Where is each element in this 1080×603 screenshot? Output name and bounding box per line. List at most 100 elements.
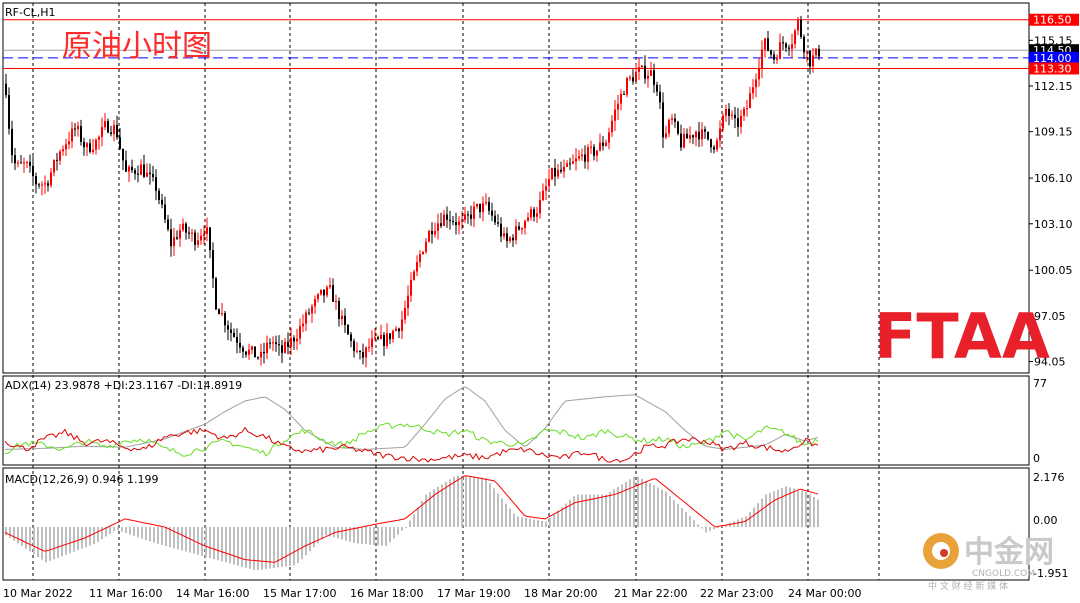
candle-body <box>389 333 391 340</box>
macd-bar <box>213 527 215 560</box>
candle-body <box>440 223 442 226</box>
candle-body <box>350 334 352 341</box>
candle-body <box>536 213 538 217</box>
candle-body <box>320 289 322 295</box>
candle-body <box>380 334 382 339</box>
candle-body <box>155 177 157 191</box>
macd-bar <box>137 527 139 538</box>
macd-bar <box>93 527 95 545</box>
candle-body <box>692 135 694 138</box>
candle-body <box>275 342 277 345</box>
candle-body <box>644 65 646 79</box>
ftaa-watermark: FTAA <box>874 300 1050 373</box>
candle-body <box>458 221 460 226</box>
candle-body <box>542 190 544 200</box>
candle-body <box>587 147 589 162</box>
candle-body <box>512 237 514 241</box>
candle-body <box>572 161 574 164</box>
symbol-label: RF-CL,H1 <box>5 6 56 19</box>
candle-body <box>656 84 658 92</box>
macd-bar <box>61 527 63 557</box>
macd-bar <box>513 513 515 528</box>
macd-bar <box>373 527 375 545</box>
candle-body <box>482 203 484 213</box>
candle-body <box>62 149 64 152</box>
macd-bar <box>525 518 527 528</box>
macd-bar <box>625 481 627 528</box>
macd-bar <box>229 527 231 564</box>
candle-body <box>113 125 115 134</box>
candle-body <box>317 294 319 300</box>
candle-body <box>623 93 625 95</box>
macd-bar <box>225 527 227 563</box>
macd-bar <box>281 527 283 567</box>
price-tick-label: 103.10 <box>1034 218 1073 231</box>
candle-body <box>494 215 496 223</box>
macd-bar <box>549 518 551 528</box>
macd-bar <box>469 476 471 528</box>
macd-bar <box>149 527 151 542</box>
candle-body <box>398 328 400 332</box>
candle-body <box>524 220 526 228</box>
macd-bar <box>117 527 119 531</box>
macd-bar <box>481 477 483 528</box>
candle-body <box>422 251 424 255</box>
candle-body <box>617 103 619 110</box>
candle-body <box>377 337 379 339</box>
candle-body <box>38 184 40 186</box>
macd-bar <box>497 493 499 528</box>
candle-body <box>314 299 316 307</box>
candle-body <box>14 155 16 164</box>
macd-bar <box>581 494 583 528</box>
macd-bar <box>573 496 575 528</box>
candle-body <box>236 336 238 343</box>
macd-bar <box>405 527 407 529</box>
candle-body <box>551 167 553 180</box>
macd-bar <box>377 527 379 546</box>
macd-bar <box>417 507 419 528</box>
candle-body <box>122 148 124 161</box>
candle-body <box>776 58 778 60</box>
macd-bar <box>201 527 203 556</box>
macd-bar <box>797 489 799 528</box>
candle-body <box>146 172 148 177</box>
candle-body <box>206 227 208 234</box>
candle-body <box>182 223 184 230</box>
macd-bar <box>49 527 51 561</box>
candle-body <box>569 163 571 165</box>
candle-body <box>719 128 721 141</box>
macd-bar <box>449 479 451 528</box>
macd-bar <box>533 519 535 528</box>
macd-bar <box>285 527 287 567</box>
macd-bar <box>621 484 623 528</box>
candle-body <box>47 183 49 186</box>
candle-body <box>743 108 745 116</box>
macd-bar <box>569 499 571 528</box>
macd-bar <box>65 527 67 555</box>
candle-body <box>461 219 463 222</box>
macd-bar <box>541 520 543 528</box>
candle-body <box>68 141 70 145</box>
candle-body <box>788 47 790 49</box>
candle-body <box>752 87 754 94</box>
candle-body <box>65 144 67 150</box>
macd-bar <box>425 494 427 528</box>
macd-bar <box>177 527 179 550</box>
candle-body <box>98 136 100 140</box>
candle-body <box>266 342 268 354</box>
candle-body <box>248 349 250 355</box>
candle-body <box>473 206 475 219</box>
candle-body <box>245 351 247 355</box>
macd-bar <box>265 527 267 570</box>
time-label: 18 Mar 20:00 <box>524 587 597 600</box>
candle-body <box>26 162 28 164</box>
candle-body <box>20 162 22 164</box>
macd-bar <box>401 527 403 531</box>
macd-bar <box>773 491 775 528</box>
macd-bar <box>445 481 447 528</box>
candle-body <box>302 323 304 327</box>
candle-body <box>119 137 121 149</box>
candle-body <box>374 337 376 339</box>
macd-bar <box>221 527 223 562</box>
candle-body <box>323 289 325 296</box>
